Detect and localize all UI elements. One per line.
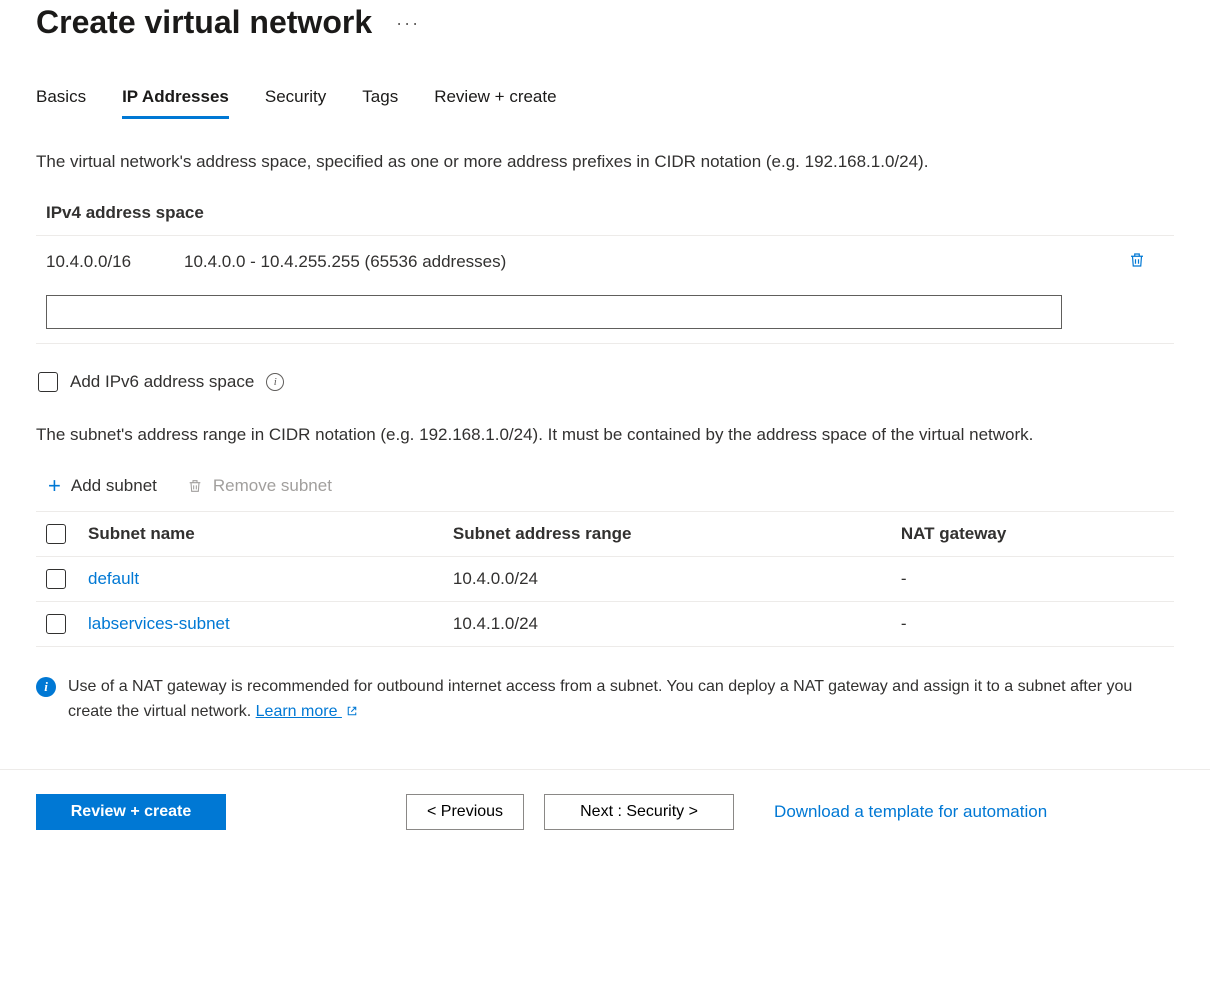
subnet-nat-cell: - bbox=[891, 602, 1174, 647]
info-icon: i bbox=[36, 677, 56, 697]
review-create-button[interactable]: Review + create bbox=[36, 794, 226, 830]
tab-ip-addresses[interactable]: IP Addresses bbox=[122, 81, 229, 119]
subnet-nat-cell: - bbox=[891, 557, 1174, 602]
external-link-icon bbox=[346, 705, 358, 717]
page-title: Create virtual network bbox=[36, 4, 372, 41]
subnet-row-checkbox[interactable] bbox=[46, 614, 66, 634]
more-menu-button[interactable]: ··· bbox=[396, 14, 420, 32]
previous-button[interactable]: < Previous bbox=[406, 794, 524, 830]
remove-subnet-button: Remove subnet bbox=[187, 476, 332, 496]
learn-more-link[interactable]: Learn more bbox=[256, 703, 358, 720]
subnet-row-checkbox[interactable] bbox=[46, 569, 66, 589]
next-button[interactable]: Next : Security > bbox=[544, 794, 734, 830]
tab-review-create[interactable]: Review + create bbox=[434, 81, 556, 119]
info-icon[interactable]: i bbox=[266, 373, 284, 391]
table-row: default 10.4.0.0/24 - bbox=[36, 557, 1174, 602]
tab-basics[interactable]: Basics bbox=[36, 81, 86, 119]
subnet-name-link[interactable]: labservices-subnet bbox=[88, 614, 230, 633]
table-row: labservices-subnet 10.4.1.0/24 - bbox=[36, 602, 1174, 647]
tab-security[interactable]: Security bbox=[265, 81, 326, 119]
add-subnet-button[interactable]: + Add subnet bbox=[48, 475, 157, 497]
nat-gateway-info-banner: i Use of a NAT gateway is recommended fo… bbox=[36, 675, 1174, 725]
download-template-link[interactable]: Download a template for automation bbox=[774, 802, 1047, 822]
col-subnet-name: Subnet name bbox=[78, 512, 443, 557]
address-space-row: 10.4.0.0/16 10.4.0.0 - 10.4.255.255 (655… bbox=[36, 236, 1174, 289]
subnet-description: The subnet's address range in CIDR notat… bbox=[36, 422, 1174, 448]
trash-icon bbox=[187, 477, 203, 495]
delete-address-space-button[interactable] bbox=[1128, 250, 1164, 275]
plus-icon: + bbox=[48, 475, 61, 497]
col-subnet-range: Subnet address range bbox=[443, 512, 891, 557]
subnet-range-cell: 10.4.0.0/24 bbox=[443, 557, 891, 602]
subnet-name-link[interactable]: default bbox=[88, 569, 139, 588]
select-all-subnets-checkbox[interactable] bbox=[46, 524, 66, 544]
tab-bar: Basics IP Addresses Security Tags Review… bbox=[36, 81, 1174, 119]
ipv4-heading: IPv4 address space bbox=[36, 203, 1174, 235]
ipv4-address-space-section: 10.4.0.0/16 10.4.0.0 - 10.4.255.255 (655… bbox=[36, 235, 1174, 344]
subnet-table: Subnet name Subnet address range NAT gat… bbox=[36, 511, 1174, 647]
add-ipv6-label: Add IPv6 address space bbox=[70, 372, 254, 392]
footer-bar: Review + create < Previous Next : Securi… bbox=[0, 770, 1210, 854]
add-subnet-label: Add subnet bbox=[71, 476, 157, 496]
tab-tags[interactable]: Tags bbox=[362, 81, 398, 119]
address-space-description: The virtual network's address space, spe… bbox=[36, 149, 1174, 175]
remove-subnet-label: Remove subnet bbox=[213, 476, 332, 496]
trash-icon bbox=[1128, 250, 1146, 270]
add-ipv6-checkbox[interactable] bbox=[38, 372, 58, 392]
col-nat-gateway: NAT gateway bbox=[891, 512, 1174, 557]
info-banner-text: Use of a NAT gateway is recommended for … bbox=[68, 678, 1132, 720]
address-range: 10.4.0.0 - 10.4.255.255 (65536 addresses… bbox=[184, 252, 1100, 272]
address-cidr: 10.4.0.0/16 bbox=[46, 252, 156, 272]
new-address-space-input[interactable] bbox=[46, 295, 1062, 329]
subnet-range-cell: 10.4.1.0/24 bbox=[443, 602, 891, 647]
